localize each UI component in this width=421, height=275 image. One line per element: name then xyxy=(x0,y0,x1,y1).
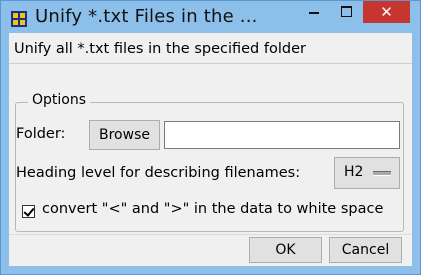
heading-level-label: Heading level for describing filenames: xyxy=(16,165,301,181)
ok-button[interactable]: OK xyxy=(249,237,322,263)
window-title: Unify *.txt Files in the ... xyxy=(35,6,258,27)
title-bar[interactable]: Unify *.txt Files in the ... ✕ xyxy=(1,1,420,33)
dialog-body: Unify all *.txt files in the specified f… xyxy=(9,33,412,266)
maximize-icon xyxy=(341,6,352,17)
description-text: Unify all *.txt files in the specified f… xyxy=(14,41,306,57)
divider xyxy=(9,63,412,64)
check-icon xyxy=(23,205,35,217)
folder-label: Folder: xyxy=(16,126,66,142)
browse-button[interactable]: Browse xyxy=(89,120,160,150)
heading-level-value: H2 xyxy=(344,164,364,180)
app-icon xyxy=(11,11,27,27)
convert-checkbox[interactable] xyxy=(22,205,35,218)
heading-level-select[interactable]: H2 xyxy=(334,157,400,189)
dialog-window: Unify *.txt Files in the ... ✕ Unify all… xyxy=(0,0,421,275)
close-button[interactable]: ✕ xyxy=(363,1,410,23)
cancel-button[interactable]: Cancel xyxy=(329,237,402,263)
folder-input[interactable] xyxy=(164,121,400,149)
convert-label[interactable]: convert "<" and ">" in the data to white… xyxy=(42,201,383,217)
minimize-icon xyxy=(309,12,319,14)
dropdown-icon xyxy=(373,171,391,176)
maximize-button[interactable] xyxy=(333,1,359,23)
minimize-button[interactable] xyxy=(301,1,327,23)
divider xyxy=(9,234,412,235)
close-icon: ✕ xyxy=(380,3,393,21)
options-legend: Options xyxy=(28,92,91,108)
